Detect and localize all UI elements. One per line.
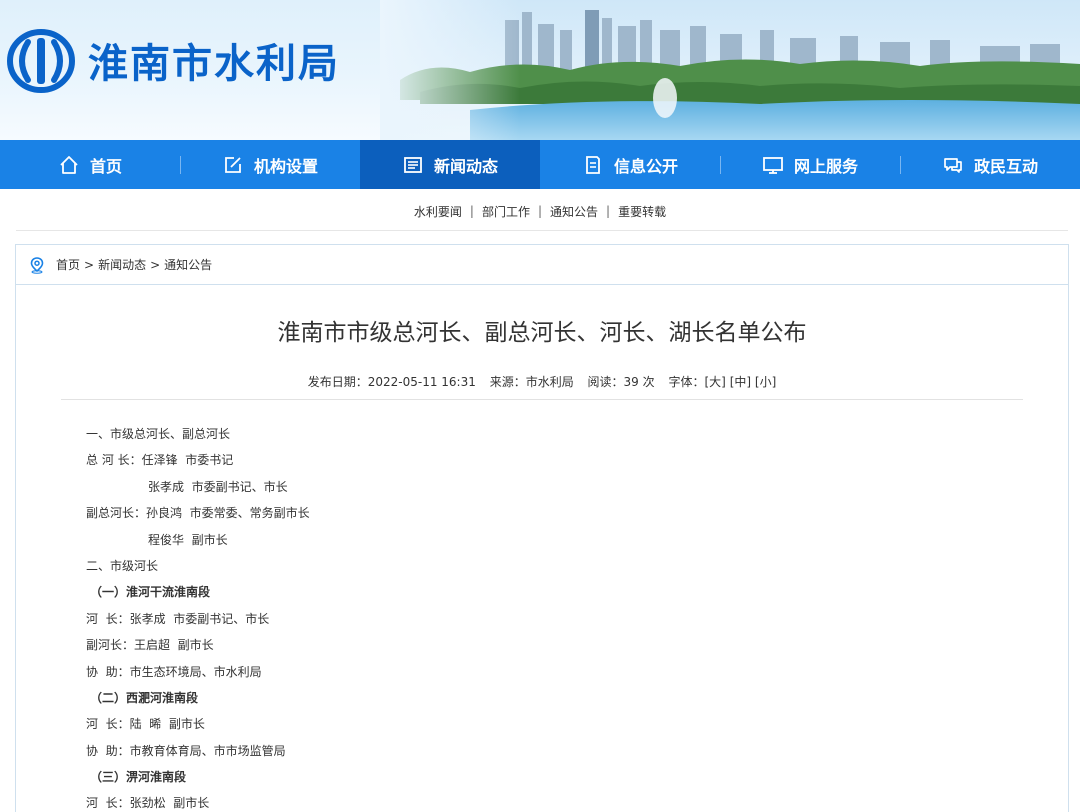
nav-item-label: 政民互动: [973, 156, 1038, 176]
breadcrumb: 首页 > 新闻动态 > 通知公告: [16, 245, 1068, 285]
nav-item-home[interactable]: 首页: [0, 140, 180, 189]
nav-item-label: 首页: [89, 156, 122, 176]
publish-date: 发布日期：2022-05-11 16:31: [307, 375, 476, 389]
nav-item-organization[interactable]: 机构设置: [180, 140, 360, 189]
article-section-heading: （三）淠河淮南段: [90, 770, 187, 785]
article-meta: 发布日期：2022-05-11 16:31 来源：市水利局 阅读：39 次 字体…: [16, 373, 1068, 390]
edit-icon: [222, 154, 244, 176]
sub-nav: 水利要闻 | 部门工作 | 通知公告 | 重要转载: [0, 200, 1080, 222]
article-paragraph: 河 长：张孝成 市委副书记、市长: [86, 611, 270, 626]
breadcrumb-news[interactable]: 新闻动态: [98, 256, 146, 273]
chat-icon: [942, 154, 964, 176]
article-title: 淮南市市级总河长、副总河长、河长、湖长名单公布: [277, 320, 807, 346]
article-paragraph: 总 河 长：任泽锋 市委书记: [86, 453, 234, 468]
divider: [16, 230, 1068, 231]
subnav-item-reprints[interactable]: 重要转载: [618, 203, 666, 220]
nav-item-label: 机构设置: [253, 156, 318, 176]
separator: |: [469, 204, 474, 218]
subnav-item-water-news[interactable]: 水利要闻: [414, 203, 462, 220]
article-paragraph: 副河长：王启超 副市长: [86, 638, 214, 653]
nav-item-label: 信息公开: [613, 156, 678, 176]
breadcrumb-notices[interactable]: 通知公告: [164, 256, 212, 273]
subnav-item-department-work[interactable]: 部门工作: [482, 203, 530, 220]
article-paragraph: 协 助：市教育体育局、市市场监管局: [86, 743, 286, 758]
article-paragraph: 一、市级总河长、副总河长: [86, 427, 231, 441]
site-title[interactable]: 淮南市水利局: [88, 36, 340, 92]
nav-item-news[interactable]: 新闻动态: [360, 140, 540, 189]
article-paragraph: 张孝成 市委副书记、市长: [148, 479, 288, 494]
nav-item-label: 网上服务: [793, 156, 858, 176]
home-icon: [58, 154, 80, 176]
article-body: 一、市级总河长、副总河长总 河 长：任泽锋 市委书记张孝成 市委副书记、市长副总…: [86, 421, 986, 812]
divider: [61, 399, 1023, 400]
location-pin-icon: [30, 256, 44, 274]
font-medium-link[interactable]: [中]: [730, 375, 751, 389]
article-paragraph: 河 长：张劲松 副市长: [86, 796, 210, 811]
article-container: 首页 > 新闻动态 > 通知公告 淮南市市级总河长、副总河长、河长、湖长名单公布…: [15, 244, 1069, 812]
article-paragraph: 副总河长：孙良鸿 市委常委、常务副市长: [86, 506, 310, 521]
read-count: 阅读：39 次: [587, 375, 655, 389]
font-size-label: 字体：: [668, 375, 705, 389]
document-list-icon: [582, 154, 604, 176]
font-small-link[interactable]: [小]: [755, 375, 776, 389]
article-section-heading: （一）淮河干流淮南段: [90, 585, 211, 600]
header-banner: 淮南市水利局: [0, 0, 1080, 140]
monitor-icon: [762, 154, 784, 176]
article-paragraph: 协 助：市生态环境局、市水利局: [86, 664, 262, 679]
newspaper-icon: [402, 154, 424, 176]
article-source: 来源：市水利局: [489, 375, 574, 389]
nav-item-interaction[interactable]: 政民互动: [900, 140, 1080, 189]
breadcrumb-separator: >: [150, 257, 161, 272]
nav-item-label: 新闻动态: [433, 156, 498, 176]
breadcrumb-home[interactable]: 首页: [56, 256, 80, 273]
separator: |: [606, 204, 611, 218]
font-large-link[interactable]: [大]: [704, 375, 725, 389]
article-paragraph: 程俊华 副市长: [148, 532, 228, 547]
article-paragraph: 河 长：陆 晞 副市长: [86, 717, 205, 732]
nav-item-info-disclosure[interactable]: 信息公开: [540, 140, 720, 189]
subnav-item-notices[interactable]: 通知公告: [550, 203, 598, 220]
separator: |: [537, 204, 543, 218]
nav-item-online-service[interactable]: 网上服务: [720, 140, 900, 189]
article-paragraph: 二、市级河长: [86, 558, 159, 573]
main-nav: 首页 机构设置 新闻动态 信息公开 网上服务 政民互动: [0, 140, 1080, 189]
article-section-heading: （二）西淝河淮南段: [90, 690, 199, 705]
water-bureau-logo-icon: [7, 29, 75, 93]
breadcrumb-separator: >: [84, 257, 95, 272]
